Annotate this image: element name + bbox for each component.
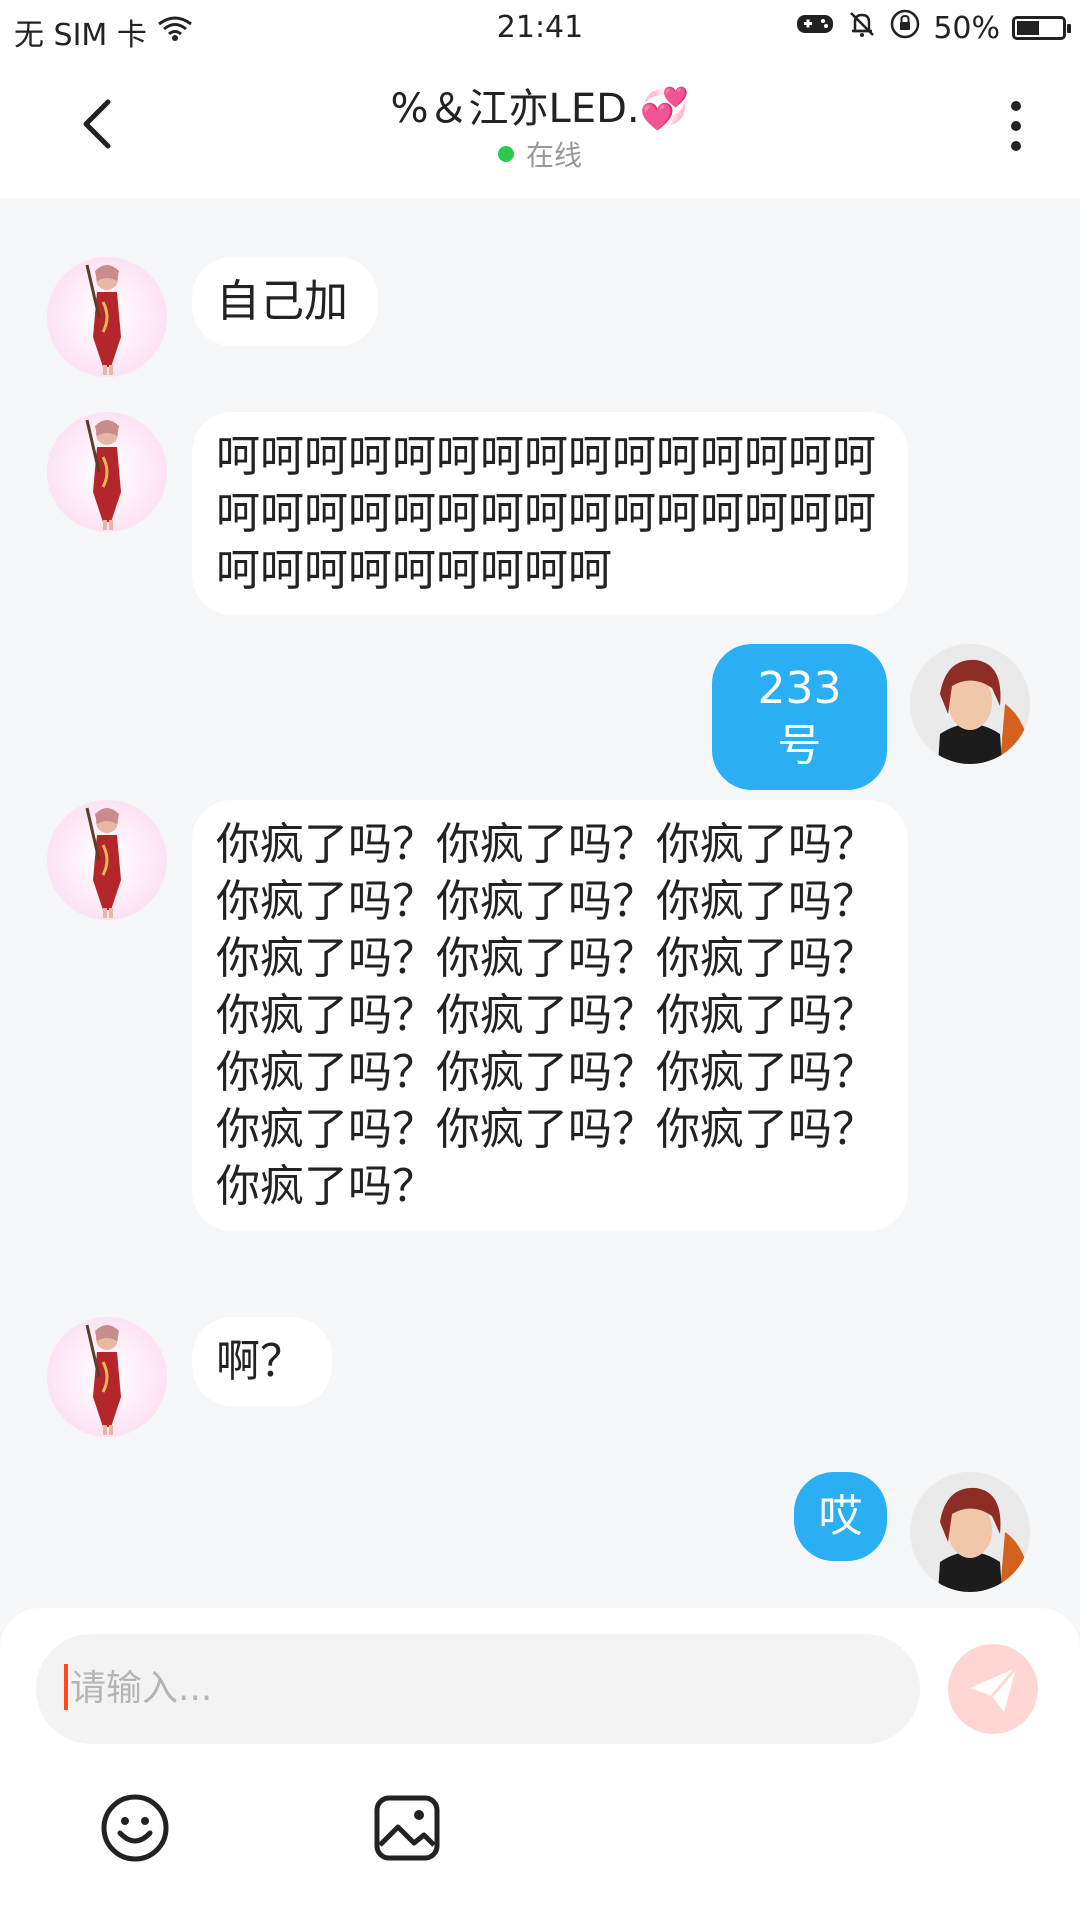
more-vertical-icon xyxy=(1011,101,1021,151)
online-dot-icon xyxy=(497,146,514,162)
my-avatar[interactable] xyxy=(910,644,1030,764)
input-placeholder: 请输入... xyxy=(70,1668,213,1709)
contact-avatar[interactable] xyxy=(47,800,167,920)
avatar-portrait-icon xyxy=(910,1472,1030,1592)
image-icon xyxy=(374,1795,440,1861)
contact-avatar[interactable] xyxy=(47,1317,167,1437)
avatar-figure-icon xyxy=(85,1324,121,1435)
message-bubble: 哎 xyxy=(794,1472,887,1561)
message-bubble: 啊？ xyxy=(192,1317,332,1406)
avatar-figure-icon xyxy=(85,419,121,530)
avatar-figure-icon xyxy=(85,807,121,918)
online-status: 在线 xyxy=(0,134,1080,174)
bell-off-icon xyxy=(847,9,877,47)
message-bubble: 你疯了吗？你疯了吗？你疯了吗？你疯了吗？你疯了吗？你疯了吗？你疯了吗？你疯了吗？… xyxy=(192,800,908,1231)
send-icon xyxy=(970,1667,1018,1712)
my-avatar[interactable] xyxy=(910,1472,1030,1592)
message-bubble: 呵呵呵呵呵呵呵呵呵呵呵呵呵呵呵呵呵呵呵呵呵呵呵呵呵呵呵呵呵呵呵呵呵呵呵呵呵呵呵 xyxy=(192,412,908,615)
more-options-button[interactable] xyxy=(996,96,1036,156)
avatar-portrait-icon xyxy=(910,644,1030,764)
battery-fill xyxy=(1017,21,1039,35)
message-input[interactable]: 请输入... xyxy=(36,1634,920,1744)
text-caret xyxy=(64,1664,68,1710)
input-panel: 请输入... xyxy=(0,1608,1080,1920)
message-bubble: 自己加 xyxy=(192,257,378,346)
emoji-icon xyxy=(101,1794,169,1862)
gamepad-icon xyxy=(795,9,835,47)
contact-name: %＆江亦LED.💞 xyxy=(390,86,690,132)
emoji-button[interactable] xyxy=(100,1793,170,1863)
send-button[interactable] xyxy=(948,1644,1038,1734)
online-status-label: 在线 xyxy=(525,139,582,172)
message-bubble: 233号 xyxy=(712,644,887,790)
status-bar: 无 SIM 卡 21:41 50% xyxy=(0,0,1080,56)
status-right: 50% xyxy=(795,8,1071,48)
image-button[interactable] xyxy=(372,1793,442,1863)
contact-avatar[interactable] xyxy=(47,412,167,532)
chat-header: %＆江亦LED.💞 在线 xyxy=(0,56,1080,198)
rotation-lock-icon xyxy=(889,8,921,48)
battery-text: 50% xyxy=(933,10,1000,46)
battery-icon xyxy=(1012,16,1071,40)
avatar-figure-icon xyxy=(85,264,121,375)
contact-avatar[interactable] xyxy=(47,257,167,377)
